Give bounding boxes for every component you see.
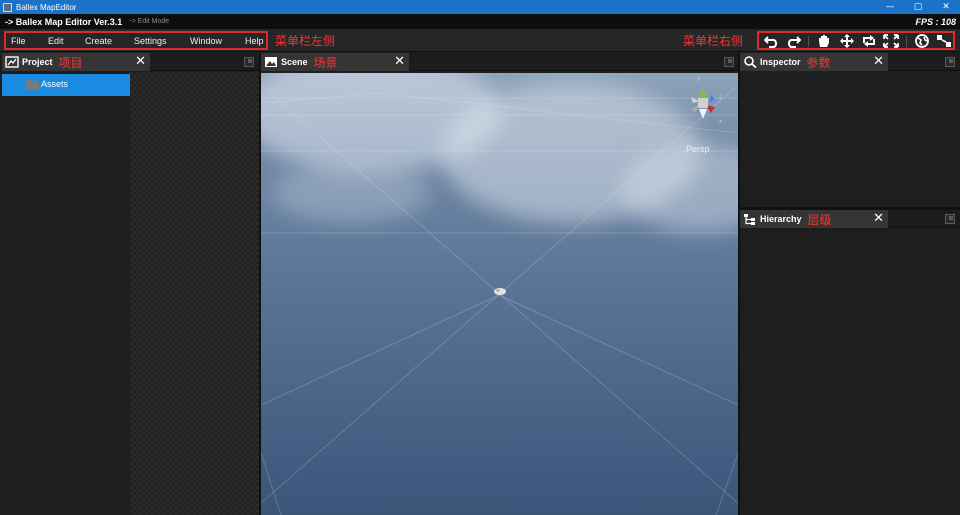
menubar-right-highlight [757,31,955,50]
scale-icon[interactable] [883,34,899,48]
scene-close-button[interactable]: ✕ [394,54,405,70]
redo-icon[interactable] [785,34,801,48]
minimize-button[interactable]: — [876,0,904,14]
toolbar-separator [808,36,809,47]
fps-counter: FPS : 108 [915,16,956,27]
scene-annotation: 场景 [313,55,338,70]
app-version: -> Ballex Map Editor Ver.3.1 [5,16,123,27]
rotate-icon[interactable] [861,34,877,48]
project-icon [5,56,19,68]
app-icon [3,2,12,12]
undo-icon[interactable] [764,34,780,48]
snap-icon[interactable] [936,34,952,48]
inspector-panel-header: Inspector 参数 ✕ [740,53,960,71]
window-controls: — ▢ ✕ [876,0,960,14]
project-content-area [130,72,259,515]
gizmo-axis-z: z [719,95,722,101]
maximize-button[interactable]: ▢ [904,0,932,14]
menubar-left-highlight: File Edit Create Settings Window Help [4,31,268,50]
folder-icon [25,80,39,90]
hierarchy-content [740,229,960,515]
menubar-left-annotation: 菜单栏左侧 [275,34,336,48]
tab-hierarchy[interactable]: Hierarchy 层级 ✕ [740,210,888,228]
toolbar-separator [906,36,907,47]
window-titlebar: Ballex MapEditor — ▢ ✕ [0,0,960,14]
menu-help[interactable]: Help [245,36,264,46]
hierarchy-panel-header: Hierarchy 层级 ✕ [740,210,960,228]
status-bar: -> Ballex Map Editor Ver.3.1 -> Edit Mod… [0,14,960,29]
project-maximize-icon[interactable] [244,57,254,67]
project-tree: Assets [2,72,130,515]
close-window-button[interactable]: ✕ [932,0,960,14]
window-title: Ballex MapEditor [16,2,77,12]
project-panel-header: Project 项目 ✕ [0,53,260,71]
inspector-tab-label: Inspector [760,57,801,67]
tree-item-assets[interactable]: Assets [2,74,130,96]
move-icon[interactable] [839,34,855,48]
inspector-close-button[interactable]: ✕ [873,54,884,70]
menu-create[interactable]: Create [85,36,112,46]
gizmo-axis-y: y [697,76,700,82]
menu-edit[interactable]: Edit [48,36,64,46]
gizmo-axis-x: x [719,119,722,125]
hand-icon[interactable] [816,34,832,48]
globe-icon[interactable] [914,34,930,48]
edit-mode-label: -> Edit Mode [129,18,170,25]
menu-window[interactable]: Window [190,36,222,46]
scene-icon [265,57,277,67]
tab-scene[interactable]: Scene 场景 ✕ [261,53,409,71]
magnifier-icon [744,56,757,68]
hierarchy-icon [744,214,755,225]
menu-file[interactable]: File [11,36,26,46]
menubar-right-annotation: 菜单栏右侧 [683,34,744,48]
camera-mode-label[interactable]: Persp [686,144,710,154]
hierarchy-annotation: 层级 [807,212,832,227]
hierarchy-tab-label: Hierarchy [760,214,802,224]
inspector-maximize-icon[interactable] [945,57,955,67]
scene-panel-header: Scene 场景 ✕ [261,53,738,71]
inspector-annotation: 参数 [806,55,831,70]
menu-settings[interactable]: Settings [134,36,167,46]
scene-maximize-icon[interactable] [724,57,734,67]
ball-object[interactable] [493,287,507,296]
scene-viewport[interactable]: y z x Persp [261,73,738,515]
project-tab-label: Project [22,57,53,67]
hierarchy-close-button[interactable]: ✕ [873,211,884,227]
project-annotation: 项目 [58,55,83,70]
scene-tab-label: Scene [281,57,308,67]
menubar: File Edit Create Settings Window Help 菜单… [0,29,960,52]
tab-project[interactable]: Project 项目 ✕ [2,53,150,71]
tab-inspector[interactable]: Inspector 参数 ✕ [740,53,888,71]
inspector-content [740,72,960,207]
project-close-button[interactable]: ✕ [135,54,146,70]
hierarchy-maximize-icon[interactable] [945,214,955,224]
tree-item-label: Assets [41,79,69,89]
